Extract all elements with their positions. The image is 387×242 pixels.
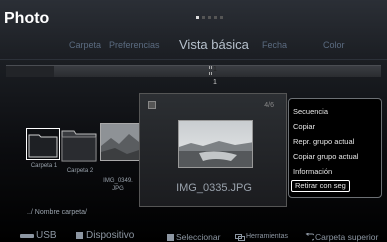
photo-browser-screen: Photo Carpeta Preferencias Vista básica …: [0, 0, 387, 242]
menu-item-secuencia[interactable]: Secuencia: [293, 107, 328, 116]
menu-item-retirar-con-seg[interactable]: Retirar con seg: [291, 180, 350, 192]
image-thumbnail-picture: [101, 124, 139, 160]
menu-item-informacion[interactable]: Información: [293, 167, 332, 176]
timeline-marker[interactable]: [209, 66, 212, 75]
menu-item-copiar[interactable]: Copiar: [293, 122, 315, 131]
photo-preview-panel[interactable]: 4/6 IMG_0335.JPG: [139, 93, 287, 207]
dispositivo-key-icon: [76, 232, 83, 239]
tab-carpeta[interactable]: Carpeta: [69, 40, 101, 50]
page-indicator: [196, 16, 223, 19]
usb-icon: [20, 234, 34, 238]
page-title: Photo: [4, 10, 50, 27]
tab-fecha[interactable]: Fecha: [262, 40, 287, 50]
view-tabs: Carpeta Preferencias Vista básica Fecha …: [0, 34, 387, 56]
timeline-marker-label: 1: [213, 66, 217, 73]
page-dot: [220, 16, 223, 19]
folder-icon: [26, 128, 60, 160]
page-dot-active: [196, 16, 199, 19]
preview-filename: IMG_0335.JPG: [176, 182, 252, 194]
tools-button[interactable]: Herramientas: [246, 233, 288, 240]
tab-color[interactable]: Color: [323, 40, 345, 50]
image-thumbnail[interactable]: [100, 123, 140, 161]
folder-1-thumbnail[interactable]: [26, 128, 60, 160]
menu-item-copiar-grupo-actual[interactable]: Copiar grupo actual: [293, 152, 358, 161]
page-dot: [208, 16, 211, 19]
select-checkbox[interactable]: [148, 101, 156, 109]
timeline-start-segment: [6, 66, 54, 77]
photo-count: 4/6: [264, 102, 274, 109]
tab-preferencias[interactable]: Preferencias: [109, 40, 160, 50]
parent-folder-button[interactable]: Carpeta superior: [315, 232, 378, 242]
timeline-bar[interactable]: [6, 65, 381, 77]
header-divider: [0, 59, 387, 60]
tab-vista-basica[interactable]: Vista básica: [179, 37, 249, 52]
page-dot: [214, 16, 217, 19]
landscape-photo: [179, 121, 252, 167]
folder-1-caption: Carpeta 1: [30, 163, 58, 169]
bottom-bar: USB Dispositivo Seleccionar Herramientas…: [0, 226, 387, 242]
return-icon: [305, 233, 314, 241]
tools-icon: [235, 234, 245, 241]
menu-item-repr-grupo-actual[interactable]: Repr. grupo actual: [293, 137, 354, 146]
folder-2-caption: Carpeta 2: [66, 168, 94, 174]
breadcrumb: ../ Nombre carpeta/: [27, 209, 87, 216]
folder-icon: [61, 130, 97, 162]
folder-2-thumbnail[interactable]: [60, 125, 98, 163]
device-button[interactable]: Dispositivo: [86, 230, 134, 241]
image-thumbnail-caption: IMG_0349. JPG: [103, 178, 133, 192]
preview-image: [178, 120, 253, 168]
tools-context-menu: Secuencia Copiar Repr. grupo actual Copi…: [288, 98, 382, 198]
select-key-icon: [167, 234, 174, 241]
timeline-position-label: 1: [213, 79, 217, 86]
select-button[interactable]: Seleccionar: [176, 232, 220, 242]
page-dot: [202, 16, 205, 19]
usb-button[interactable]: USB: [36, 230, 57, 241]
